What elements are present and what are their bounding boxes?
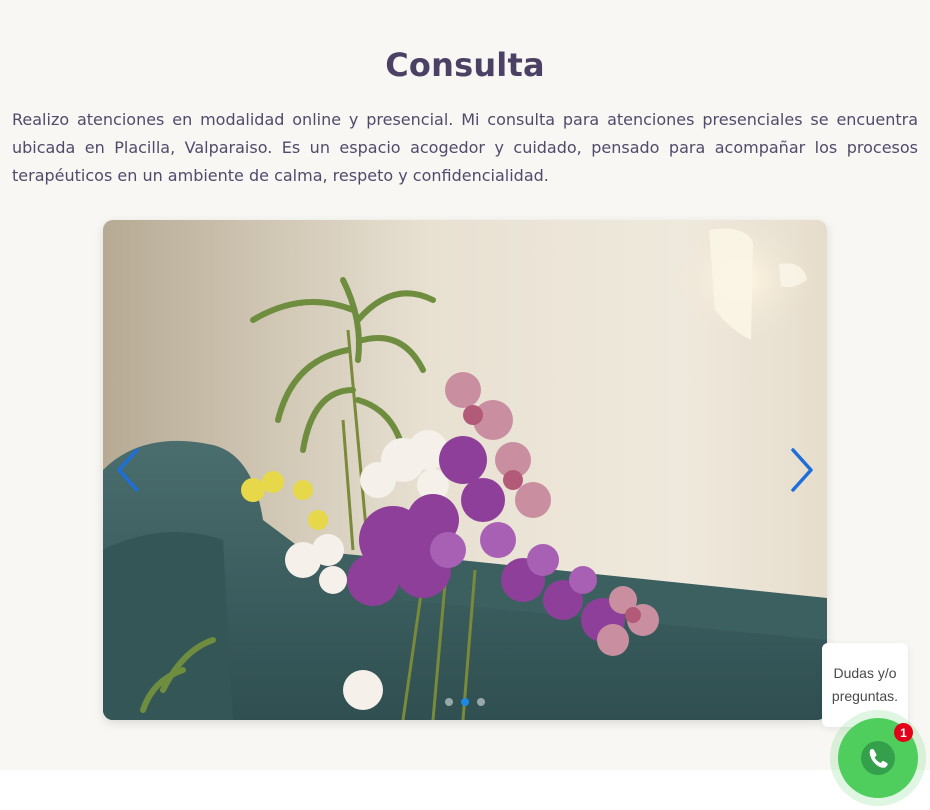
whatsapp-prompt-text: Dudas y/o preguntas.: [831, 665, 899, 704]
notification-badge: 1: [894, 723, 913, 742]
carousel-pagination: [103, 698, 827, 706]
carousel-dot[interactable]: [445, 698, 453, 706]
chevron-left-icon: [117, 448, 139, 492]
next-section-edge: [0, 770, 930, 810]
carousel-dot[interactable]: [477, 698, 485, 706]
carousel-next-button[interactable]: [783, 444, 823, 496]
phone-icon: [861, 741, 895, 775]
section-title: Consulta: [385, 46, 545, 84]
carousel-prev-button[interactable]: [107, 444, 147, 496]
whatsapp-prompt-bubble[interactable]: Dudas y/o preguntas.: [822, 643, 908, 727]
section-description: Realizo atenciones en modalidad online y…: [12, 110, 918, 185]
carousel-dot-active[interactable]: [461, 698, 469, 706]
chevron-right-icon: [791, 448, 813, 492]
consulta-section: Consulta Realizo atenciones en modalidad…: [0, 0, 930, 770]
slide-image: [103, 220, 827, 720]
image-carousel[interactable]: [103, 220, 827, 720]
